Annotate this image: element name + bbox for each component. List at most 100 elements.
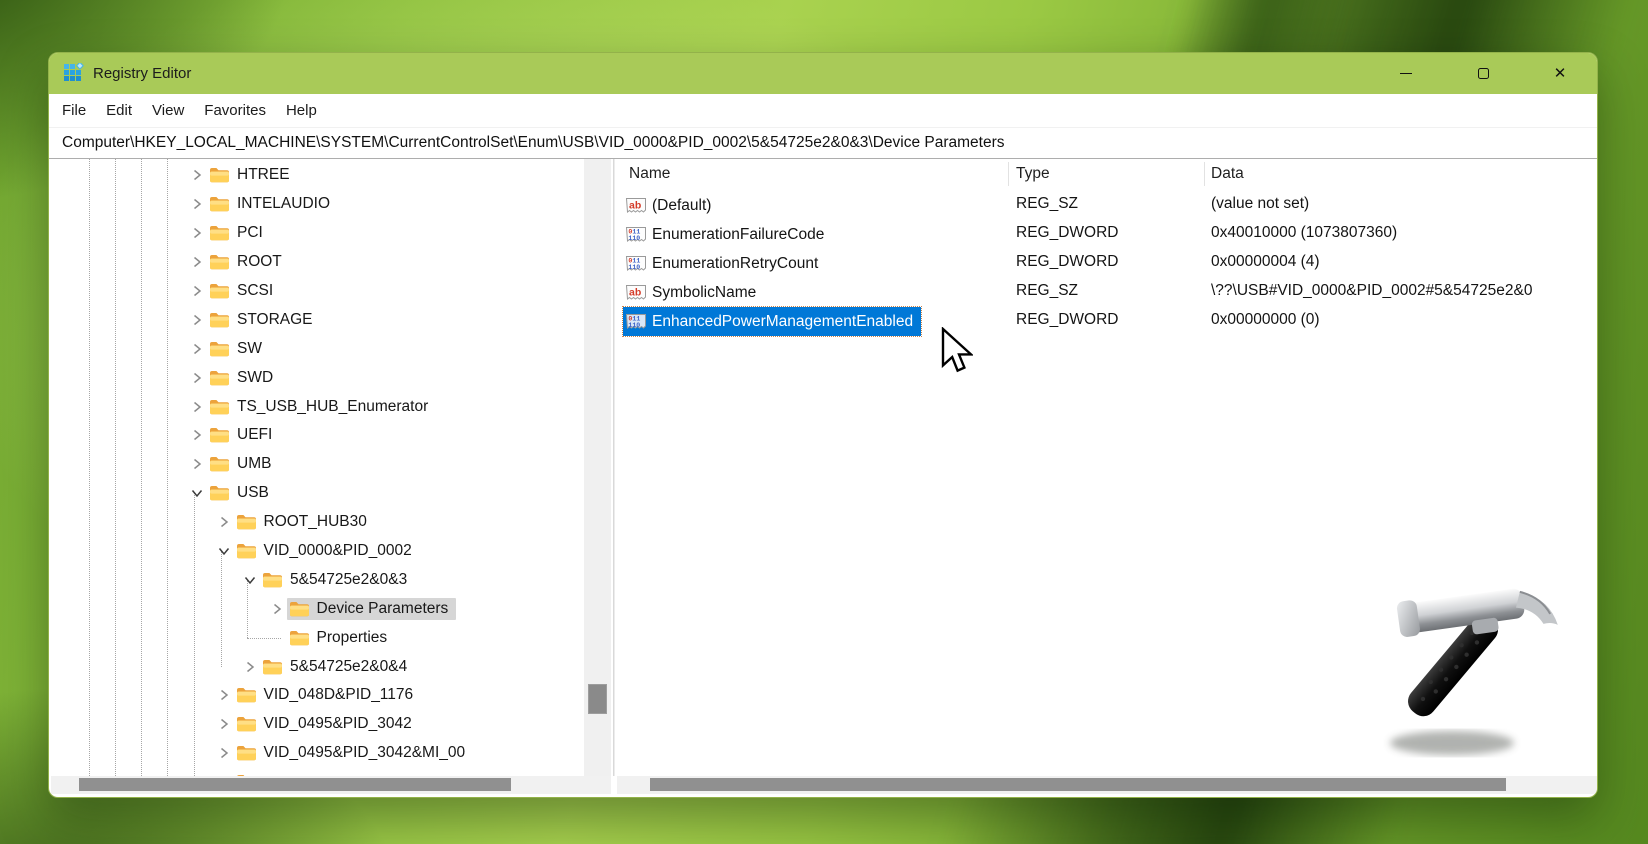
tree-item-body[interactable]: VID_0495&PID_3042 [234,713,420,735]
chevron-right-icon[interactable] [187,283,207,299]
tree-item-usb[interactable]: USB [51,479,584,508]
tree-item-body[interactable]: UEFI [207,424,280,446]
menu-item-favorites[interactable]: Favorites [194,96,276,125]
value-row-enhancedpowermanagementenabled[interactable]: 011110EnhancedPowerManagementEnabledREG_… [617,307,1598,336]
chevron-right-icon[interactable] [267,601,287,617]
address-bar[interactable]: Computer\HKEY_LOCAL_MACHINE\SYSTEM\Curre… [49,128,1597,159]
tree-item-body[interactable]: PCI [207,222,271,244]
tree-item-swd[interactable]: SWD [51,363,584,392]
tree-item-5-54725e2-0-4[interactable]: 5&54725e2&0&4 [51,652,584,681]
tree-item-body[interactable]: SW [207,338,270,360]
tree-item-htree[interactable]: HTREE [51,161,584,190]
tree-item-body[interactable]: VID_048D&PID_1176 [234,684,422,706]
tree-item-uefi[interactable]: UEFI [51,421,584,450]
tree-item-body[interactable]: ROOT [207,251,290,273]
tree-item-body[interactable]: USB [207,482,277,504]
tree-item-vid-048d-pid-1176[interactable]: VID_048D&PID_1176 [51,681,584,710]
tree-item-scsi[interactable]: SCSI [51,277,584,306]
chevron-right-icon[interactable] [214,514,234,530]
chevron-right-icon[interactable] [214,745,234,761]
tree-item-body[interactable]: 5&54725e2&0&4 [260,656,415,678]
value-row-symbolicname[interactable]: abSymbolicNameREG_SZ\??\USB#VID_0000&PID… [617,278,1598,307]
close-button[interactable]: ✕ [1537,53,1583,94]
tree-horizontal-scrollbar-thumb[interactable] [79,778,511,791]
tree-item-vid-0000-pid-0002[interactable]: VID_0000&PID_0002 [51,537,584,566]
tree-item-body[interactable]: TS_USB_HUB_Enumerator [207,396,436,418]
value-row--default-[interactable]: ab(Default)REG_SZ(value not set) [617,191,1598,220]
tree-item-umb[interactable]: UMB [51,450,584,479]
tree-item-pci[interactable]: PCI [51,219,584,248]
column-header-type[interactable]: Type [1016,165,1050,183]
chevron-right-icon[interactable] [187,254,207,270]
tree-item-body[interactable]: VID_0495&PID_3042&MI_00 [234,742,474,764]
tree-item-root[interactable]: ROOT [51,248,584,277]
menu-item-edit[interactable]: Edit [96,96,142,125]
menu-item-help[interactable]: Help [276,96,327,125]
tree-item-intelaudio[interactable]: INTELAUDIO [51,190,584,219]
chevron-right-icon[interactable] [187,312,207,328]
tree-item-properties[interactable]: Properties [51,623,584,652]
value-name-cell[interactable]: 011110EnumerationRetryCount [623,249,826,278]
chevron-right-icon[interactable] [187,341,207,357]
chevron-right-icon[interactable] [240,659,260,675]
maximize-button[interactable] [1460,53,1506,94]
chevron-right-icon[interactable] [187,196,207,212]
column-header-data[interactable]: Data [1211,165,1244,183]
tree-item-body[interactable]: INTELAUDIO [207,193,338,215]
tree-item-vid-0495-pid-3042[interactable]: VID_0495&PID_3042 [51,710,584,739]
tree-item-vid-0495-pid-3042-mi-00[interactable]: VID_0495&PID_3042&MI_00 [51,739,584,768]
pane-divider[interactable] [613,159,615,776]
chevron-down-icon[interactable] [240,572,260,588]
chevron-right-icon[interactable] [214,687,234,703]
values-pane[interactable]: Name Type Data ab(Default)REG_SZ(value n… [617,159,1598,776]
value-row-enumerationfailurecode[interactable]: 011110EnumerationFailureCodeREG_DWORD0x4… [617,220,1598,249]
folder-icon [209,427,230,443]
value-name-cell[interactable]: ab(Default) [623,191,719,220]
tree-horizontal-scrollbar[interactable] [51,776,611,794]
chevron-right-icon[interactable] [187,167,207,183]
chevron-right-icon[interactable] [187,456,207,472]
tree-item-ts-usb-hub-enumerator[interactable]: TS_USB_HUB_Enumerator [51,392,584,421]
tree-item-body[interactable]: STORAGE [207,309,321,331]
tree-item-body[interactable]: SCSI [207,280,281,302]
tree-item-root-hub30[interactable]: ROOT_HUB30 [51,508,584,537]
chevron-right-icon[interactable] [187,370,207,386]
tree-item-5-54725e2-0-3[interactable]: 5&54725e2&0&3 [51,565,584,594]
chevron-right-icon[interactable] [187,427,207,443]
value-name-cell[interactable]: 011110EnumerationFailureCode [623,220,832,249]
chevron-right-icon[interactable] [187,399,207,415]
tree-item-body[interactable]: Properties [287,627,396,649]
minimize-button[interactable] [1383,53,1429,94]
column-separator[interactable] [1204,162,1205,186]
values-horizontal-scrollbar[interactable] [617,776,1597,794]
tree-item-body[interactable]: HTREE [207,164,298,186]
tree-vertical-scrollbar-thumb[interactable] [588,684,607,714]
column-separator[interactable] [1008,162,1009,186]
title-bar[interactable]: Registry Editor ✕ [49,53,1597,94]
menu-item-file[interactable]: File [52,96,96,125]
tree-item-body[interactable]: SWD [207,367,281,389]
value-name-cell[interactable]: 011110EnhancedPowerManagementEnabled [623,307,921,336]
chevron-down-icon[interactable] [187,485,207,501]
chevron-down-icon[interactable] [214,543,234,559]
value-row-enumerationretrycount[interactable]: 011110EnumerationRetryCountREG_DWORD0x00… [617,249,1598,278]
tree-item-device-parameters[interactable]: Device Parameters [51,594,584,623]
tree-vertical-scrollbar[interactable] [584,159,611,776]
values-horizontal-scrollbar-thumb[interactable] [650,778,1506,791]
tree-item-storage[interactable]: STORAGE [51,305,584,334]
tree-item-body[interactable]: UMB [207,453,279,475]
tree-item-body[interactable]: Device Parameters [287,598,457,620]
folder-icon [236,716,257,732]
value-name-cell[interactable]: abSymbolicName [623,278,764,307]
registry-tree-pane[interactable]: HTREE INTELAUDIO PCI ROOT SCSI STORAGE SW SWD TS… [51,159,584,776]
tree-item-body[interactable]: 5&54725e2&0&3 [260,569,415,591]
chevron-right-icon[interactable] [214,716,234,732]
tree-item-label: VID_0000&PID_0002 [264,542,412,560]
tree-item-sw[interactable]: SW [51,334,584,363]
menu-item-view[interactable]: View [142,96,194,125]
tree-item-body[interactable]: VID_0000&PID_0002 [234,540,420,562]
tree-item-partial[interactable] [51,768,584,776]
chevron-right-icon[interactable] [187,225,207,241]
tree-item-body[interactable]: ROOT_HUB30 [234,511,375,533]
column-header-name[interactable]: Name [629,165,670,183]
